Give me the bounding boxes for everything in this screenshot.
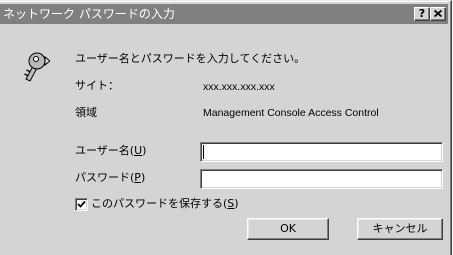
text-caret (203, 145, 204, 159)
username-label-end: ) (142, 144, 147, 157)
save-password-checkbox[interactable] (75, 198, 88, 211)
ok-button[interactable]: OK (247, 218, 329, 240)
password-accel-key: P (134, 171, 141, 184)
realm-label: 領域 (75, 106, 97, 119)
save-password-label[interactable]: このパスワードを保存する(S) (91, 197, 239, 211)
realm-value: Management Console Access Control (203, 107, 379, 119)
instruction-text: ユーザー名とパスワードを入力してください。 (75, 52, 306, 65)
username-label: ユーザー名(U) (75, 144, 146, 158)
save-password-label-end: ) (234, 197, 239, 210)
cancel-button[interactable]: キャンセル (357, 218, 443, 240)
site-value: xxx.xxx.xxx.xxx (203, 81, 275, 93)
network-password-dialog: ネットワーク パスワードの入力 ? ユーザー名とパスワードを入力してください。 … (0, 0, 452, 255)
save-password-label-text: このパスワードを保存する( (91, 197, 228, 210)
help-button[interactable]: ? (414, 7, 430, 21)
password-label: パスワード(P) (75, 171, 145, 185)
help-icon: ? (418, 7, 426, 20)
site-label: サイト： (75, 79, 119, 92)
close-icon (434, 10, 442, 17)
close-button[interactable] (430, 7, 446, 21)
window-title: ネットワーク パスワードの入力 (3, 7, 175, 21)
username-label-text: ユーザー名( (75, 144, 135, 157)
password-field[interactable] (200, 169, 443, 189)
title-bar[interactable]: ネットワーク パスワードの入力 ? (0, 4, 448, 24)
password-label-end: ) (140, 171, 146, 184)
username-field[interactable] (200, 142, 443, 162)
username-accel-key: U (134, 144, 143, 157)
password-label-text: パスワード( (75, 171, 135, 184)
key-icon (24, 52, 50, 82)
checkmark-icon (77, 200, 86, 208)
